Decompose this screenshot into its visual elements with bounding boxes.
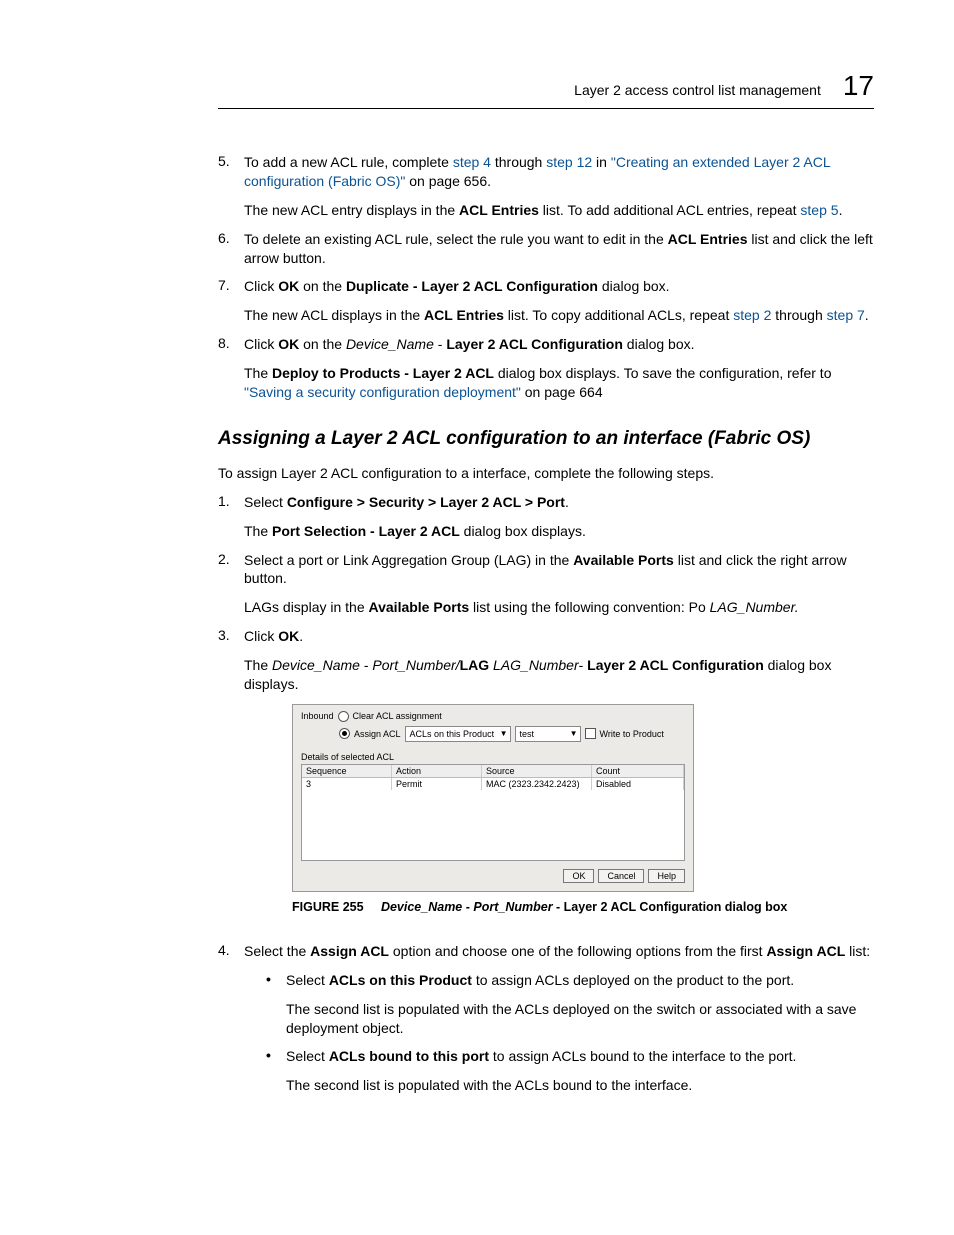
section-heading: Assigning a Layer 2 ACL configuration to… <box>218 428 874 450</box>
step-number: 6. <box>218 230 244 268</box>
clear-acl-radio[interactable] <box>338 711 349 722</box>
inbound-label: Inbound <box>301 711 334 721</box>
step-list-b: 1. Select Configure > Security > Layer 2… <box>218 493 874 1105</box>
step-text: Select Configure > Security > Layer 2 AC… <box>244 493 874 512</box>
write-to-product-checkbox[interactable] <box>585 728 596 739</box>
th-action: Action <box>392 765 482 777</box>
step-number: 1. <box>218 493 244 541</box>
bullet-followup: The second list is populated with the AC… <box>286 1076 874 1095</box>
link-step5[interactable]: step 5 <box>800 202 838 218</box>
header-section-title: Layer 2 access control list management <box>574 82 821 98</box>
step-1: 1. Select Configure > Security > Layer 2… <box>218 493 874 541</box>
step-followup: The Deploy to Products - Layer 2 ACL dia… <box>244 364 874 402</box>
table-header: Sequence Action Source Count <box>302 765 684 778</box>
step-8: 8. Click OK on the Device_Name - Layer 2… <box>218 335 874 402</box>
acl-details-table: Sequence Action Source Count 3 Permit MA… <box>301 764 685 861</box>
step-number: 7. <box>218 277 244 325</box>
list-item: • Select ACLs on this Product to assign … <box>266 971 874 1038</box>
step-number: 8. <box>218 335 244 402</box>
assign-acl-radio[interactable] <box>339 728 350 739</box>
th-sequence: Sequence <box>302 765 392 777</box>
write-to-product-label: Write to Product <box>600 729 664 739</box>
link-step4[interactable]: step 4 <box>453 154 491 170</box>
clear-acl-label: Clear ACL assignment <box>353 711 442 721</box>
step-7: 7. Click OK on the Duplicate - Layer 2 A… <box>218 277 874 325</box>
acl-config-dialog: Inbound Clear ACL assignment Assign ACL … <box>292 704 694 892</box>
step-text: Click OK. <box>244 627 874 646</box>
step-text: To add a new ACL rule, complete step 4 t… <box>244 153 874 191</box>
step-number: 4. <box>218 942 244 1105</box>
chevron-down-icon: ▼ <box>570 729 578 738</box>
step-followup: The Port Selection - Layer 2 ACL dialog … <box>244 522 874 541</box>
figure-caption: FIGURE 255 Device_Name - Port_Number - L… <box>292 900 874 914</box>
step-number: 3. <box>218 627 244 932</box>
acl-select-combo[interactable]: test▼ <box>515 726 581 742</box>
chevron-down-icon: ▼ <box>500 729 508 738</box>
help-button[interactable]: Help <box>648 869 685 883</box>
link-step12[interactable]: step 12 <box>546 154 592 170</box>
cancel-button[interactable]: Cancel <box>598 869 644 883</box>
link-step2[interactable]: step 2 <box>733 307 771 323</box>
step-text: Click OK on the Duplicate - Layer 2 ACL … <box>244 277 874 296</box>
page: Layer 2 access control list management 1… <box>0 0 954 1235</box>
step-followup: The new ACL entry displays in the ACL En… <box>244 201 874 220</box>
step-text: Select a port or Link Aggregation Group … <box>244 551 874 589</box>
step-text: Select the Assign ACL option and choose … <box>244 942 874 961</box>
bullet-icon: • <box>266 971 286 1038</box>
bullet-text: Select ACLs bound to this port to assign… <box>286 1047 874 1066</box>
step-followup: LAGs display in the Available Ports list… <box>244 598 874 617</box>
step-text: Click OK on the Device_Name - Layer 2 AC… <box>244 335 874 354</box>
assign-acl-label: Assign ACL <box>354 729 401 739</box>
step-text: To delete an existing ACL rule, select t… <box>244 230 874 268</box>
details-label: Details of selected ACL <box>293 748 693 764</box>
ok-button[interactable]: OK <box>563 869 594 883</box>
step-list-a: 5. To add a new ACL rule, complete step … <box>218 153 874 402</box>
step-5: 5. To add a new ACL rule, complete step … <box>218 153 874 220</box>
step-6: 6. To delete an existing ACL rule, selec… <box>218 230 874 268</box>
bullet-list: • Select ACLs on this Product to assign … <box>266 971 874 1095</box>
step-2: 2. Select a port or Link Aggregation Gro… <box>218 551 874 618</box>
table-empty-area <box>302 790 684 860</box>
th-source: Source <box>482 765 592 777</box>
step-4: 4. Select the Assign ACL option and choo… <box>218 942 874 1105</box>
header-rule <box>218 108 874 109</box>
link-saving-security[interactable]: "Saving a security configuration deploym… <box>244 384 521 400</box>
table-row[interactable]: 3 Permit MAC (2323.2342.2423) Disabled <box>302 778 684 790</box>
bullet-text: Select ACLs on this Product to assign AC… <box>286 971 874 990</box>
chapter-number: 17 <box>843 70 874 102</box>
section-intro: To assign Layer 2 ACL configuration to a… <box>218 464 874 483</box>
link-step7[interactable]: step 7 <box>827 307 865 323</box>
step-followup: The Device_Name - Port_Number/LAG LAG_Nu… <box>244 656 874 694</box>
list-item: • Select ACLs bound to this port to assi… <box>266 1047 874 1095</box>
step-number: 2. <box>218 551 244 618</box>
acl-source-combo[interactable]: ACLs on this Product▼ <box>405 726 511 742</box>
th-count: Count <box>592 765 684 777</box>
page-header: Layer 2 access control list management 1… <box>218 70 874 102</box>
step-followup: The new ACL displays in the ACL Entries … <box>244 306 874 325</box>
bullet-followup: The second list is populated with the AC… <box>286 1000 874 1038</box>
step-3: 3. Click OK. The Device_Name - Port_Numb… <box>218 627 874 932</box>
step-number: 5. <box>218 153 244 220</box>
bullet-icon: • <box>266 1047 286 1095</box>
